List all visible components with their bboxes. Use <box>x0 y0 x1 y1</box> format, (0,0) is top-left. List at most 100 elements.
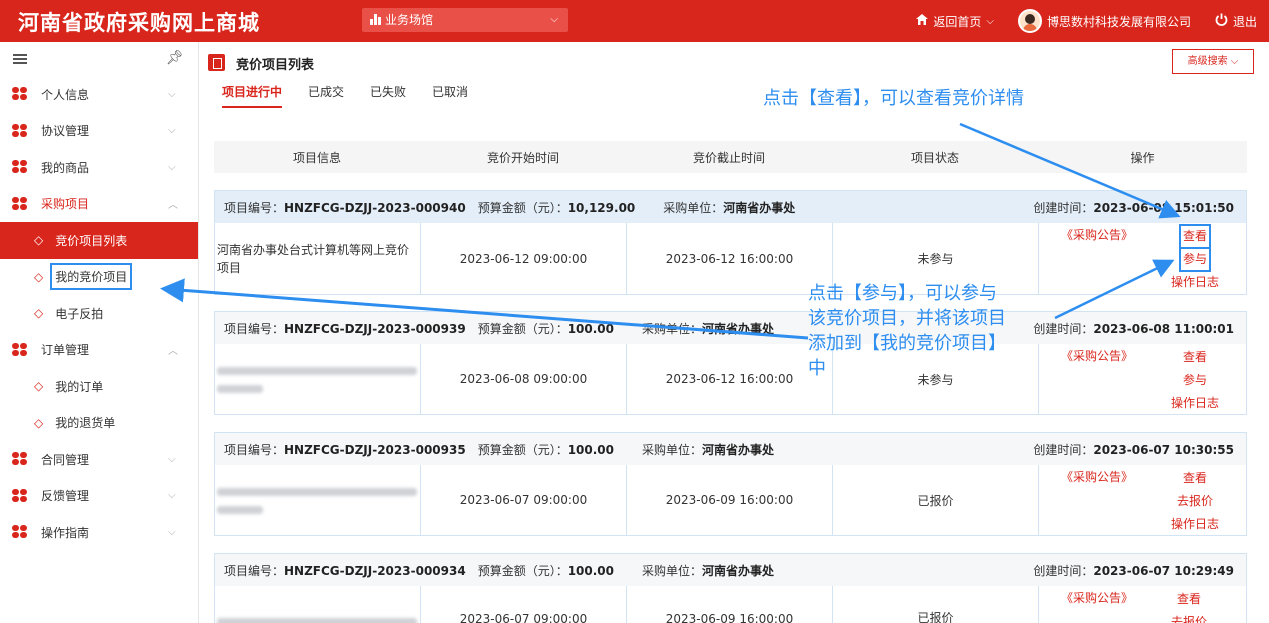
sidebar-item-my-orders[interactable]: ◇ 我的订单 <box>0 368 198 405</box>
end-time: 2023-06-12 16:00:00 <box>627 223 833 294</box>
col-project-info: 项目信息 <box>292 150 341 165</box>
sidebar-item-my-returns[interactable]: ◇ 我的退货单 <box>0 405 198 442</box>
table-row: 2023-06-07 09:00:00 2023-06-09 16:00:00 … <box>215 586 1246 623</box>
project-name: 河南省办事处台式计算机等网上竞价项目 <box>215 223 421 294</box>
project-block: 项目编号：HNZFCG-DZJJ-2023-000939 预算金额（元）：100… <box>214 311 1247 415</box>
menu-icon[interactable] <box>13 54 27 64</box>
project-name-blurred <box>215 344 421 414</box>
home-link[interactable]: 返回首页 ⌵ <box>916 13 1012 30</box>
view-button[interactable]: 查看 <box>1183 470 1207 487</box>
project-status: 已报价 <box>833 465 1039 535</box>
advanced-search-button[interactable]: 高级搜索 ⌵ <box>1172 49 1254 74</box>
purchasing-unit: 河南省办事处 <box>702 442 775 457</box>
start-time: 2023-06-07 09:00:00 <box>421 465 627 535</box>
purchasing-unit: 河南省办事处 <box>702 321 775 336</box>
home-link-label: 返回首页 <box>933 14 982 29</box>
doc-icon <box>208 54 225 71</box>
tab-failed[interactable]: 已失败 <box>370 83 406 108</box>
clover-icon <box>12 342 28 357</box>
chevron-up-icon: ︿ <box>168 346 178 358</box>
created-time: 2023-06-08 15:01:50 <box>1093 200 1234 215</box>
join-annotation: 点击【参与】，可以参与 该竞价项目，并将该项目 添加到【我的竞价项目】 中 <box>808 283 1006 379</box>
operations-cell: 《采购公告》 查看 去报价 <box>1039 586 1246 623</box>
clover-icon <box>12 123 28 138</box>
chevron-down-icon: ⌵ <box>168 453 176 465</box>
quote-button[interactable]: 去报价 <box>1177 493 1213 510</box>
view-annotation: 点击【查看】，可以查看竞价详情 <box>763 88 1024 109</box>
sidebar-item-guide[interactable]: 操作指南 ⌵ <box>0 514 198 551</box>
sidebar-item-feedback[interactable]: 反馈管理 ⌵ <box>0 478 198 515</box>
project-block: 项目编号：HNZFCG-DZJJ-2023-000934 预算金额（元）：100… <box>214 553 1247 623</box>
budget-amount: 100.00 <box>567 442 615 457</box>
diamond-icon: ◇ <box>34 306 44 321</box>
start-time: 2023-06-12 09:00:00 <box>421 223 627 294</box>
tab-in-progress[interactable]: 项目进行中 <box>222 83 283 108</box>
procurement-notice-link[interactable]: 《采购公告》 <box>1061 227 1133 244</box>
purchasing-unit: 河南省办事处 <box>702 563 775 578</box>
procurement-notice-link[interactable]: 《采购公告》 <box>1061 590 1133 607</box>
main-content: 竞价项目列表 高级搜索 ⌵ 项目进行中 已成交 已失败 已取消 项目信息 竞价开… <box>208 42 1258 623</box>
operation-log-link[interactable]: 操作日志 <box>1171 516 1219 533</box>
sidebar-item-contracts[interactable]: 合同管理 ⌵ <box>0 441 198 478</box>
clover-icon <box>12 160 28 174</box>
purchasing-unit: 河南省办事处 <box>723 200 796 215</box>
join-button[interactable]: 参与 <box>1178 247 1212 272</box>
col-status: 项目状态 <box>910 150 959 165</box>
procurement-notice-link[interactable]: 《采购公告》 <box>1061 469 1133 486</box>
sidebar-nav: 个人信息 ⌵ 协议管理 ⌵ 我的商品 ⌵ 采购项目 ︿ ◇ 竞价项目列表 ◇ 我… <box>0 76 198 551</box>
col-end-time: 竞价截止时间 <box>692 150 765 165</box>
view-button[interactable]: 查看 <box>1178 224 1212 249</box>
project-status: 已报价 <box>833 586 1039 623</box>
project-header: 项目编号：HNZFCG-DZJJ-2023-000935 预算金额（元）：100… <box>215 433 1246 465</box>
project-name-blurred <box>215 465 421 535</box>
chart-icon <box>370 9 382 33</box>
project-name-blurred <box>215 586 421 623</box>
sidebar-item-procurement[interactable]: 采购项目 ︿ <box>0 186 198 223</box>
power-icon <box>1215 13 1228 29</box>
project-number: HNZFCG-DZJJ-2023-000939 <box>284 321 466 336</box>
sidebar-item-my-bidding[interactable]: ◇ 我的竞价项目 <box>0 259 198 296</box>
project-number: HNZFCG-DZJJ-2023-000940 <box>284 200 466 215</box>
sidebar-item-bidding-list[interactable]: ◇ 竞价项目列表 <box>0 222 198 259</box>
budget-amount: 10,129.00 <box>567 200 636 215</box>
project-header: 项目编号：HNZFCG-DZJJ-2023-000940 预算金额（元）：10,… <box>215 191 1246 223</box>
operation-log-link[interactable]: 操作日志 <box>1171 395 1219 412</box>
site-logo[interactable]: 河南省政府采购网上商城 <box>18 7 260 37</box>
chevron-down-icon: ⌵ <box>168 526 176 538</box>
top-bar: 河南省政府采购网上商城 业务场馆 ⌵ 返回首页 ⌵ 博思数村科技发展有限公司 退… <box>0 0 1269 42</box>
table-row: 河南省办事处台式计算机等网上竞价项目 2023-06-12 09:00:00 2… <box>215 223 1246 294</box>
tab-cancelled[interactable]: 已取消 <box>432 83 468 108</box>
clover-icon <box>12 452 28 466</box>
procurement-notice-link[interactable]: 《采购公告》 <box>1061 348 1133 365</box>
page-title: 竞价项目列表 <box>236 58 315 73</box>
join-button[interactable]: 参与 <box>1183 372 1207 389</box>
sidebar-item-reverse-auction[interactable]: ◇ 电子反拍 <box>0 295 198 332</box>
chevron-down-icon: ⌵ <box>168 125 176 137</box>
business-select-label: 业务场馆 <box>385 13 434 27</box>
created-time: 2023-06-07 10:29:49 <box>1093 563 1234 578</box>
business-select[interactable]: 业务场馆 ⌵ <box>362 8 568 32</box>
home-icon <box>916 14 929 28</box>
chevron-down-icon: ⌵ <box>550 14 558 25</box>
project-block: 项目编号：HNZFCG-DZJJ-2023-000940 预算金额（元）：10,… <box>214 190 1247 295</box>
end-time: 2023-06-09 16:00:00 <box>627 465 833 535</box>
project-number: HNZFCG-DZJJ-2023-000935 <box>284 442 466 457</box>
diamond-icon: ◇ <box>34 269 44 284</box>
quote-button[interactable]: 去报价 <box>1171 614 1207 623</box>
clover-icon <box>12 87 28 101</box>
chevron-down-icon: ⌵ <box>168 490 176 502</box>
pin-icon[interactable]: 📌︎ <box>166 50 184 66</box>
clover-icon <box>12 488 28 503</box>
logout-button[interactable]: 退出 <box>1215 13 1257 30</box>
avatar <box>1017 9 1042 33</box>
tab-completed[interactable]: 已成交 <box>308 83 344 108</box>
operation-log-link[interactable]: 操作日志 <box>1171 274 1219 291</box>
view-button[interactable]: 查看 <box>1177 591 1201 608</box>
sidebar-item-my-goods[interactable]: 我的商品 ⌵ <box>0 149 198 186</box>
view-button[interactable]: 查看 <box>1183 349 1207 366</box>
sidebar-item-orders[interactable]: 订单管理 ︿ <box>0 332 198 369</box>
budget-amount: 100.00 <box>567 563 615 578</box>
sidebar-item-agreement[interactable]: 协议管理 ⌵ <box>0 113 198 150</box>
sidebar-item-personal-info[interactable]: 个人信息 ⌵ <box>0 76 198 113</box>
user-menu[interactable]: 博思数村科技发展有限公司 <box>1017 9 1209 33</box>
